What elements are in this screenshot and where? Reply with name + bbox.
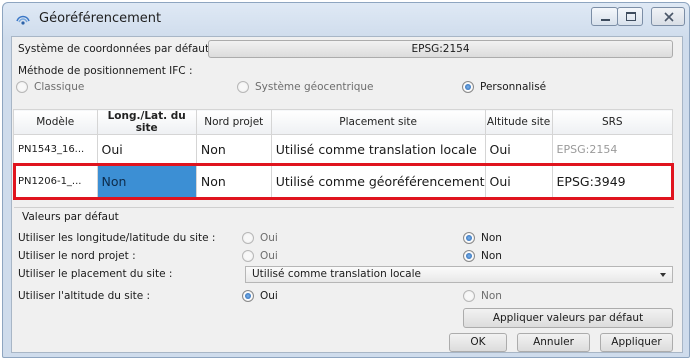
nord-projet-oui-radio[interactable]: Oui <box>242 250 278 262</box>
nord-projet-non-radio[interactable]: Non <box>463 250 502 262</box>
non-label: Non <box>481 232 502 244</box>
globe-icon <box>16 15 30 25</box>
oui-label: Oui <box>260 250 278 262</box>
radio-indicator <box>463 290 475 302</box>
section-divider <box>14 207 674 208</box>
placement-site-value: Utilisé comme translation locale <box>252 268 421 280</box>
default-altitude-label: Utiliser l'altitude du site : <box>18 290 151 302</box>
minimize-icon <box>601 19 610 21</box>
default-long-lat-label: Utiliser les longitude/latitude du site … <box>18 232 216 244</box>
radio-geocentrique-label: Système géocentrique <box>255 81 374 93</box>
radio-classique[interactable]: Classique <box>16 81 84 93</box>
column-header-altitude-site[interactable]: Altitude site <box>484 109 553 135</box>
models-table: Modèle Long./Lat. du site Nord projet Pl… <box>13 109 674 199</box>
radio-indicator <box>237 81 249 93</box>
radio-personnalise[interactable]: Personnalisé <box>462 81 546 93</box>
maximize-button[interactable] <box>617 7 643 26</box>
column-header-srs[interactable]: SRS <box>551 109 674 135</box>
default-crs-button[interactable]: EPSG:2154 <box>208 40 673 58</box>
column-header-placement-site[interactable]: Placement site <box>270 109 486 135</box>
cell-modele[interactable]: PN1543_16... <box>13 134 98 165</box>
apply-defaults-button[interactable]: Appliquer valeurs par défaut <box>463 308 673 328</box>
cell-srs[interactable]: EPSG:3949 <box>551 164 674 199</box>
cell-srs[interactable]: EPSG:2154 <box>551 134 674 165</box>
cell-nord-projet[interactable]: Non <box>195 134 272 165</box>
table-row[interactable]: PN1543_16... Oui Non Utilisé comme trans… <box>13 134 674 165</box>
radio-indicator <box>16 81 28 93</box>
radio-personnalise-label: Personnalisé <box>480 81 547 93</box>
radio-indicator <box>242 232 254 244</box>
table-row[interactable]: PN1206-1_... Non Non Utilisé comme géoré… <box>13 164 674 199</box>
maximize-icon <box>626 12 636 21</box>
placement-site-select[interactable]: Utilisé comme translation locale <box>245 266 673 283</box>
long-lat-non-radio[interactable]: Non <box>463 232 502 244</box>
georeferencing-dialog: Géoréférencement Système de coordonnées … <box>2 2 690 358</box>
altitude-oui-radio[interactable]: Oui <box>242 290 278 302</box>
cell-long-lat[interactable]: Oui <box>96 134 197 165</box>
radio-indicator <box>242 250 254 262</box>
cell-placement-site[interactable]: Utilisé comme géoréférencement <box>270 164 486 199</box>
ifc-method-label: Méthode de positionnement IFC : <box>18 65 193 77</box>
radio-indicator-selected <box>242 290 254 302</box>
default-nord-projet-label: Utiliser le nord projet : <box>18 250 136 262</box>
cancel-button[interactable]: Annuler <box>517 333 590 352</box>
dialog-body: Système de coordonnées par défaut : EPSG… <box>11 36 683 353</box>
cell-altitude-site[interactable]: Oui <box>484 164 553 199</box>
title-bar: Géoréférencement <box>3 3 689 35</box>
non-label: Non <box>481 250 502 262</box>
chevron-down-icon <box>660 273 666 277</box>
cell-placement-site[interactable]: Utilisé comme translation locale <box>270 134 486 165</box>
minimize-button[interactable] <box>591 7 618 26</box>
window-title: Géoréférencement <box>39 11 162 26</box>
radio-classique-label: Classique <box>34 81 85 93</box>
ok-button[interactable]: OK <box>449 333 507 352</box>
radio-systeme-geocentrique[interactable]: Système géocentrique <box>237 81 374 93</box>
non-label: Non <box>481 290 502 302</box>
default-placement-label: Utiliser le placement du site : <box>18 268 173 280</box>
long-lat-oui-radio[interactable]: Oui <box>242 232 278 244</box>
defaults-section-title: Valeurs par défaut <box>22 211 119 223</box>
cell-nord-projet[interactable]: Non <box>195 164 272 199</box>
radio-indicator-selected <box>463 250 475 262</box>
cell-altitude-site[interactable]: Oui <box>484 134 553 165</box>
apply-button[interactable]: Appliquer <box>600 333 673 352</box>
column-header-long-lat[interactable]: Long./Lat. du site <box>96 109 197 135</box>
table-header: Modèle Long./Lat. du site Nord projet Pl… <box>13 109 674 135</box>
default-crs-label: Système de coordonnées par défaut : <box>18 43 216 55</box>
cell-modele[interactable]: PN1206-1_... <box>13 164 98 199</box>
oui-label: Oui <box>260 290 278 302</box>
radio-indicator-selected <box>462 81 474 93</box>
altitude-non-radio[interactable]: Non <box>463 290 502 302</box>
close-button[interactable] <box>651 7 685 26</box>
close-icon <box>664 12 674 22</box>
oui-label: Oui <box>260 232 278 244</box>
column-header-modele[interactable]: Modèle <box>13 109 98 135</box>
cell-long-lat-selected[interactable]: Non <box>96 164 197 199</box>
column-header-nord-projet[interactable]: Nord projet <box>195 109 272 135</box>
radio-indicator-selected <box>463 232 475 244</box>
